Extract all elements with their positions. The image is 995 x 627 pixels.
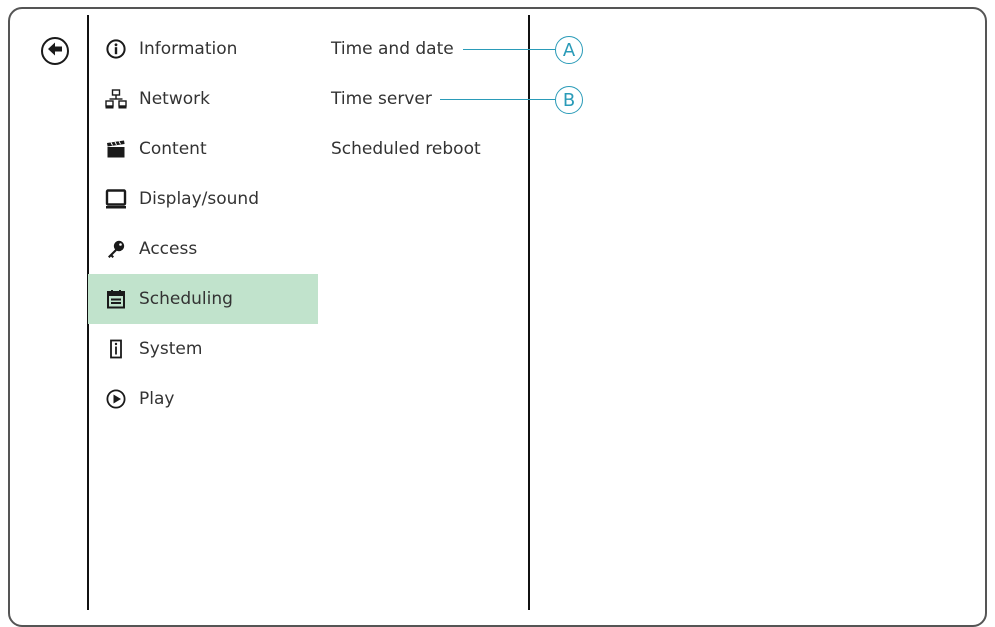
arrow-left-icon — [46, 40, 64, 62]
callout-a-line — [463, 49, 555, 50]
info-icon — [105, 38, 127, 60]
network-icon — [105, 88, 127, 110]
menu-item-information[interactable]: Information — [88, 24, 318, 74]
calendar-icon — [105, 288, 127, 310]
menu-label-display-sound: Display/sound — [139, 189, 259, 209]
system-icon — [105, 338, 127, 360]
menu-item-access[interactable]: Access — [88, 224, 318, 274]
menu-label-access: Access — [139, 239, 198, 259]
menu-item-system[interactable]: System — [88, 324, 318, 374]
menu-item-scheduling[interactable]: Scheduling — [88, 274, 318, 324]
callout-a-badge: A — [555, 36, 583, 64]
clapperboard-icon — [105, 138, 127, 160]
menu-label-network: Network — [139, 89, 210, 109]
settings-menu: Information Network Content Display/soun… — [88, 24, 318, 424]
submenu-item-time-and-date[interactable]: Time and date — [331, 24, 481, 74]
submenu-divider — [528, 15, 530, 610]
callout-b-badge: B — [555, 86, 583, 114]
monitor-icon — [105, 188, 127, 210]
menu-label-information: Information — [139, 39, 238, 59]
menu-label-play: Play — [139, 389, 175, 409]
menu-label-system: System — [139, 339, 203, 359]
menu-item-display-sound[interactable]: Display/sound — [88, 174, 318, 224]
key-icon — [105, 238, 127, 260]
menu-label-content: Content — [139, 139, 207, 159]
back-button[interactable] — [41, 37, 69, 65]
submenu-item-scheduled-reboot[interactable]: Scheduled reboot — [331, 124, 481, 174]
play-icon — [105, 388, 127, 410]
menu-label-scheduling: Scheduling — [139, 289, 233, 309]
menu-item-play[interactable]: Play — [88, 374, 318, 424]
menu-item-content[interactable]: Content — [88, 124, 318, 174]
callout-b-line — [440, 99, 555, 100]
menu-item-network[interactable]: Network — [88, 74, 318, 124]
